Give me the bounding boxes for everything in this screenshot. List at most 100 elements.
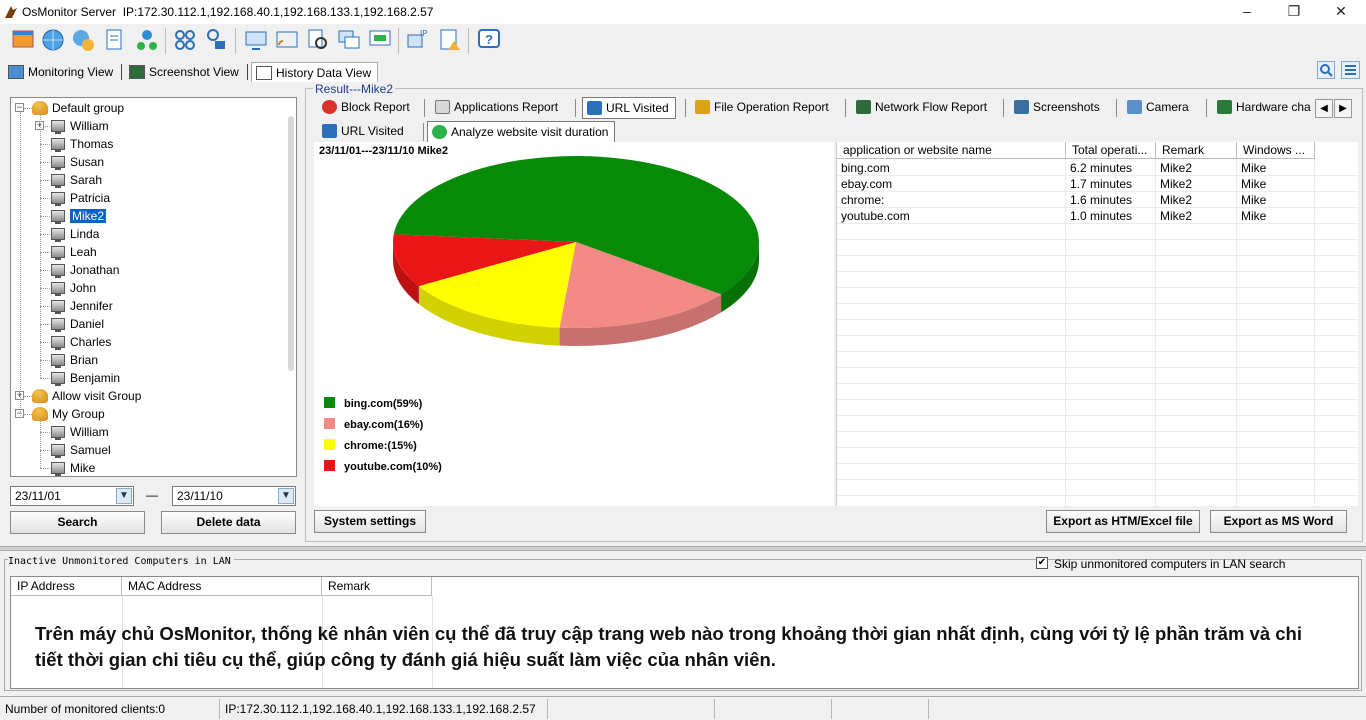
help-icon[interactable]: ? xyxy=(476,27,502,53)
globe-icon[interactable] xyxy=(40,27,66,53)
grid-cell[interactable]: Mike2 xyxy=(1156,176,1237,192)
skip-unmonitored-checkbox[interactable]: ✔ xyxy=(1036,557,1048,569)
tree-group-label: My Group xyxy=(52,407,105,421)
report-edit-icon[interactable] xyxy=(102,27,128,53)
grid-cell[interactable]: 1.7 minutes xyxy=(1066,176,1156,192)
tree-computer[interactable]: Patricia xyxy=(51,189,110,207)
grid-apps-icon[interactable] xyxy=(172,27,198,53)
search-icon[interactable] xyxy=(1317,61,1335,79)
tab-block-report[interactable]: Block Report xyxy=(318,97,416,119)
grid-cell[interactable]: Mike xyxy=(1237,160,1315,176)
tree-computer[interactable]: John xyxy=(51,279,96,297)
tree-group[interactable]: My Group xyxy=(32,405,105,423)
list-view-icon[interactable] xyxy=(1341,61,1360,79)
tree-expander-icon[interactable]: − xyxy=(15,103,24,112)
grid-cell[interactable]: 6.2 minutes xyxy=(1066,160,1156,176)
tree-computer[interactable]: Jennifer xyxy=(51,297,113,315)
tree-computer[interactable]: Susan xyxy=(51,153,104,171)
tab-url-visited[interactable]: URL Visited xyxy=(582,97,676,119)
grid-cell[interactable]: 1.0 minutes xyxy=(1066,208,1156,224)
grid-cell[interactable]: ebay.com xyxy=(837,176,1066,192)
maximize-button[interactable]: ❐ xyxy=(1271,0,1317,24)
grid-cell[interactable]: Mike xyxy=(1237,176,1315,192)
tree-computer[interactable]: Samuel xyxy=(51,441,111,459)
grid-column-header[interactable]: Total operati... xyxy=(1066,142,1156,159)
search-button[interactable]: Search xyxy=(10,511,145,534)
subtab-analyze-visit-duration[interactable]: Analyze website visit duration xyxy=(427,121,616,143)
tab-file-operation-report[interactable]: File Operation Report xyxy=(691,97,835,119)
network-settings-icon[interactable] xyxy=(134,27,160,53)
computer-tree[interactable]: − Default group + William Thomas Susan Sarah Pa… xyxy=(10,97,297,477)
grid-cell[interactable]: Mike xyxy=(1237,192,1315,208)
tab-screenshot-view[interactable]: Screenshot View xyxy=(125,62,245,82)
tree-scrollbar[interactable] xyxy=(288,116,294,371)
tree-computer[interactable]: Jonathan xyxy=(51,261,119,279)
tab-scroll-right-icon[interactable]: ▶ xyxy=(1334,99,1352,118)
grid-column-header[interactable]: application or website name xyxy=(837,142,1066,159)
multi-window-icon[interactable] xyxy=(336,27,362,53)
tab-camera[interactable]: Camera xyxy=(1123,97,1195,119)
date-to-select[interactable]: 23/11/10 ▼ xyxy=(172,486,296,506)
tab-hardware-changes[interactable]: Hardware cha xyxy=(1213,97,1315,119)
grid-column-header[interactable]: Remark xyxy=(1156,142,1237,159)
date-from-select[interactable]: 23/11/01 ▼ xyxy=(10,486,134,506)
settings-globe-icon[interactable] xyxy=(70,27,96,53)
tree-computer[interactable]: Daniel xyxy=(51,315,104,333)
grid-cell[interactable]: Mike2 xyxy=(1156,192,1237,208)
grid-cell[interactable]: Mike2 xyxy=(1156,208,1237,224)
tab-screenshots[interactable]: Screenshots xyxy=(1010,97,1106,119)
tree-computer[interactable]: Mike2 xyxy=(51,207,108,225)
search-doc-icon[interactable] xyxy=(305,27,331,53)
grid-cell[interactable]: Mike2 xyxy=(1156,160,1237,176)
tree-computer-label: John xyxy=(70,281,97,295)
system-settings-button[interactable]: System settings xyxy=(314,510,426,533)
monitor-share-icon[interactable] xyxy=(243,27,269,53)
status-client-count: Number of monitored clients:0 xyxy=(0,699,220,719)
pie-chart-icon xyxy=(432,125,447,139)
tab-applications-report[interactable]: Applications Report xyxy=(431,97,564,119)
document-warning-icon[interactable] xyxy=(437,27,463,53)
grid-column-header[interactable]: Windows ... xyxy=(1237,142,1315,159)
tree-computer[interactable]: William xyxy=(51,117,109,135)
delete-data-button[interactable]: Delete data xyxy=(161,511,296,534)
minimize-button[interactable]: – xyxy=(1224,0,1270,24)
cast-icon[interactable] xyxy=(274,27,300,53)
tree-computer[interactable]: Sarah xyxy=(51,171,102,189)
ip-monitor-icon[interactable]: IP xyxy=(405,27,431,53)
grid-cell[interactable]: chrome: xyxy=(837,192,1066,208)
grid-cell[interactable]: youtube.com xyxy=(837,208,1066,224)
tree-computer[interactable]: William xyxy=(51,423,109,441)
tab-monitoring-view[interactable]: Monitoring View xyxy=(4,62,119,82)
subtab-url-visited[interactable]: URL Visited xyxy=(318,121,410,143)
tree-computer[interactable]: Brian xyxy=(51,351,98,369)
tree-computer[interactable]: Leah xyxy=(51,243,97,261)
export-word-button[interactable]: Export as MS Word xyxy=(1210,510,1347,533)
legend-swatch xyxy=(324,397,335,408)
legend-swatch xyxy=(324,439,335,450)
tree-computer[interactable]: Thomas xyxy=(51,135,113,153)
tree-computer[interactable]: Linda xyxy=(51,225,99,243)
tree-computer[interactable]: Charles xyxy=(51,333,111,351)
tree-group[interactable]: Default group xyxy=(32,99,124,117)
close-button[interactable]: ✕ xyxy=(1318,0,1364,24)
tree-computer-label: Mike2 xyxy=(68,208,108,224)
tree-group[interactable]: Allow visit Group xyxy=(32,387,141,405)
tree-computer[interactable]: Benjamin xyxy=(51,369,120,387)
export-excel-button[interactable]: Export as HTM/Excel file xyxy=(1046,510,1200,533)
tree-computer[interactable]: Mike xyxy=(51,459,95,476)
column-ip-address[interactable]: IP Address xyxy=(11,577,122,596)
presentation-icon[interactable] xyxy=(367,27,393,53)
app-logo-icon xyxy=(5,6,17,18)
tab-scroll-left-icon[interactable]: ◀ xyxy=(1315,99,1333,118)
column-remark[interactable]: Remark xyxy=(322,577,432,596)
column-mac-address[interactable]: MAC Address xyxy=(122,577,322,596)
grid-cell[interactable]: Mike xyxy=(1237,208,1315,224)
panel-splitter[interactable] xyxy=(0,546,1366,551)
user-lock-icon[interactable] xyxy=(203,27,229,53)
grid-cell[interactable]: 1.6 minutes xyxy=(1066,192,1156,208)
window-icon[interactable] xyxy=(10,27,36,53)
screenshots-icon xyxy=(1014,100,1029,114)
tab-history-data-view[interactable]: History Data View xyxy=(251,62,379,82)
grid-cell[interactable]: bing.com xyxy=(837,160,1066,176)
tab-network-flow-report[interactable]: Network Flow Report xyxy=(852,97,993,119)
